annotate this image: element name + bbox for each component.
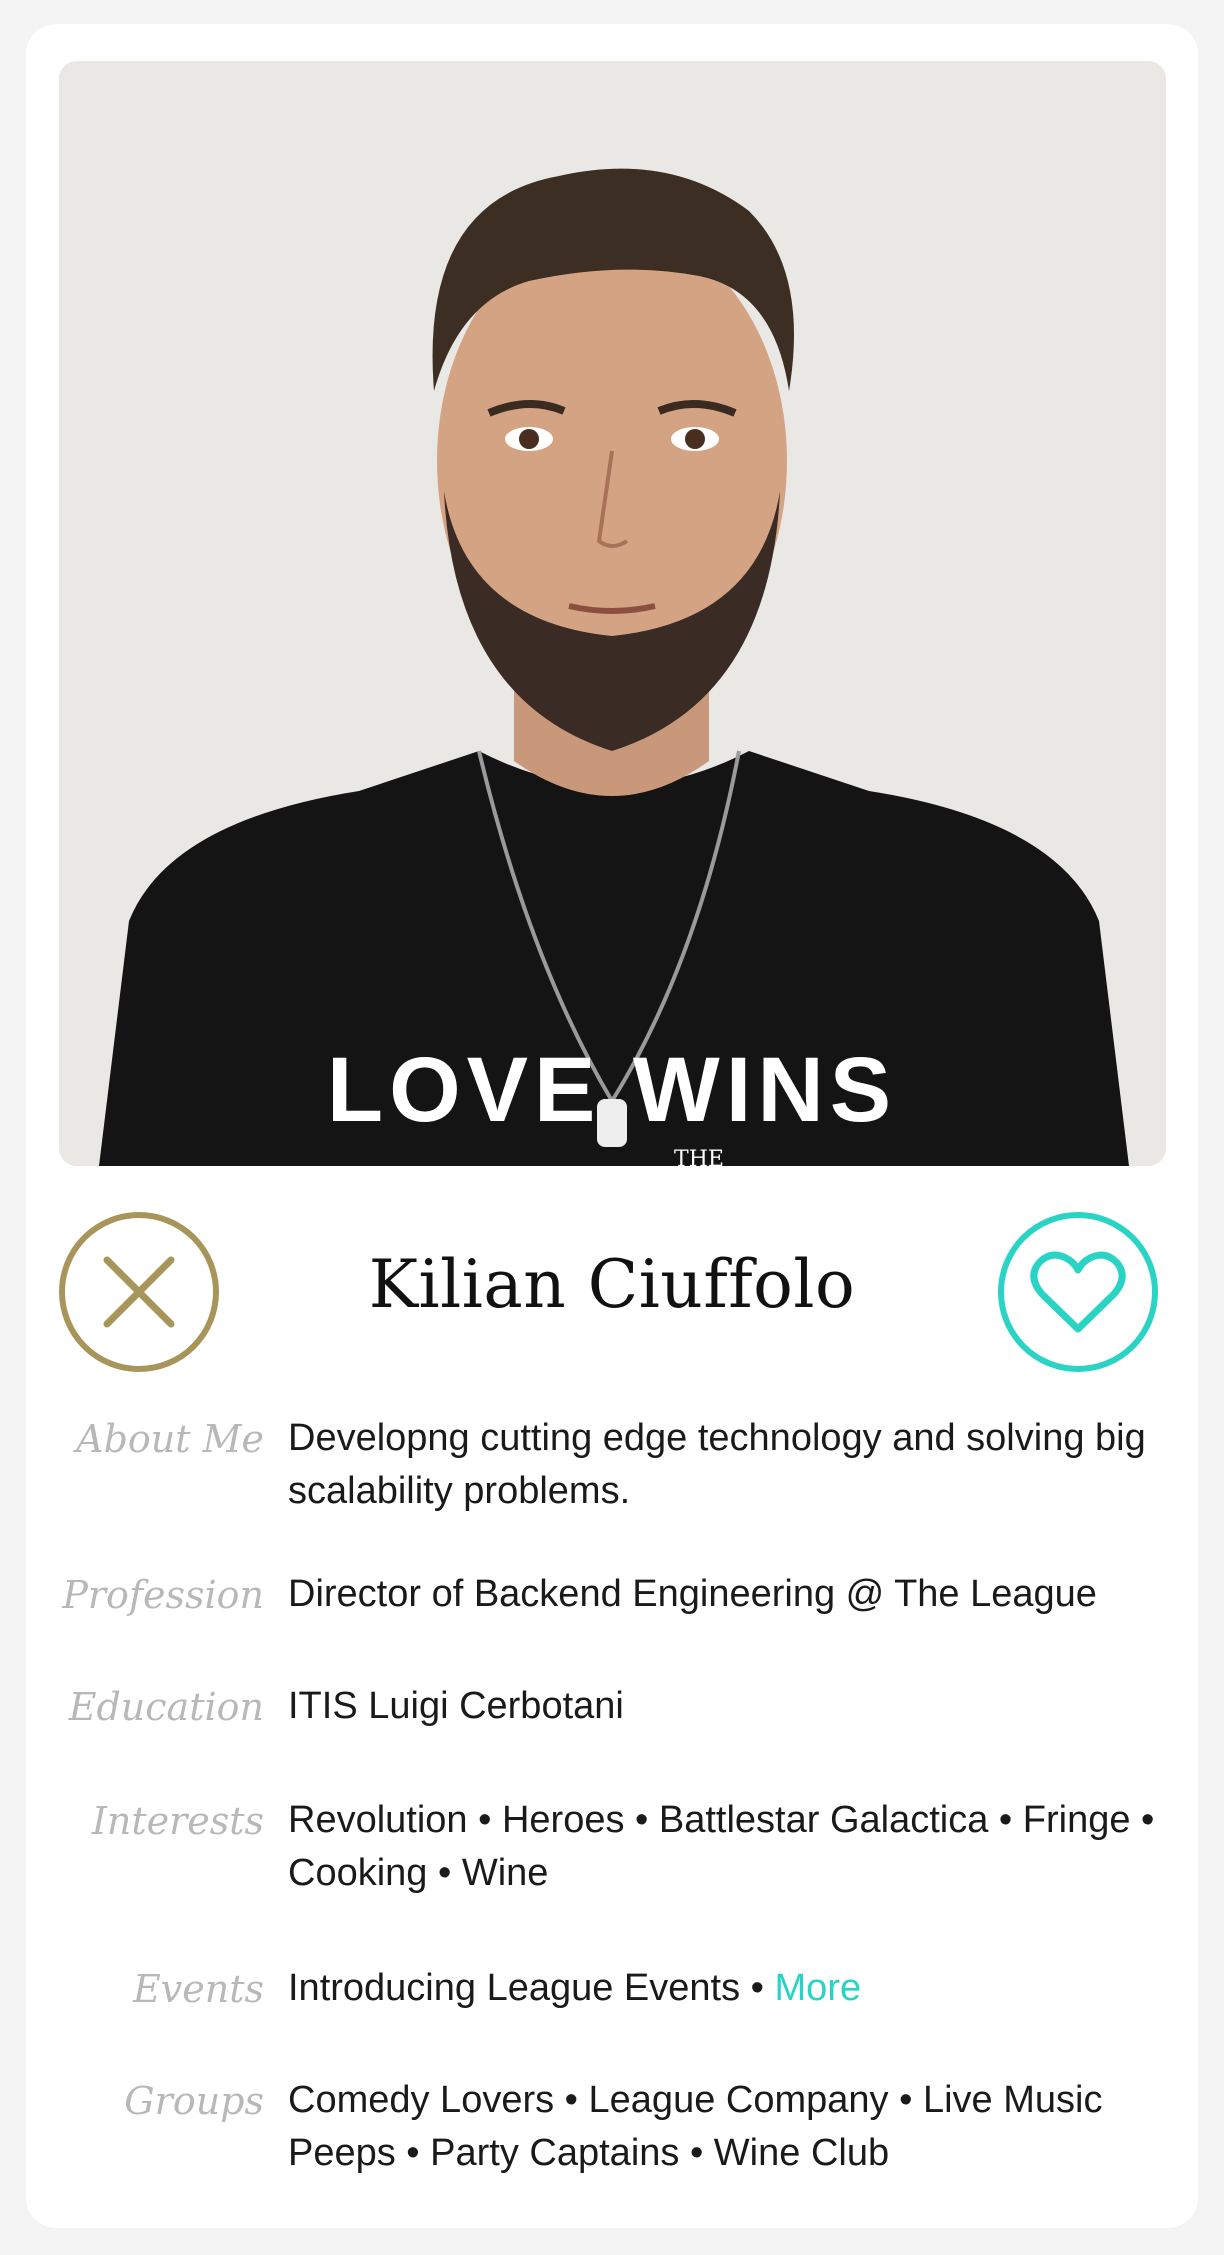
events-more-link[interactable]: More xyxy=(775,1967,862,2009)
shirt-text: LOVE WINS xyxy=(327,1039,897,1141)
profile-photo[interactable]: LOVE WINS THE xyxy=(59,61,1166,1166)
profession-label: Profession xyxy=(62,1573,264,1617)
like-button[interactable] xyxy=(998,1212,1158,1372)
groups-label: Groups xyxy=(124,2079,264,2123)
interests-label: Interests xyxy=(91,1799,264,1843)
events-value: Introducing League Events • More xyxy=(288,1962,1188,2015)
pass-button[interactable] xyxy=(59,1212,219,1372)
profile-card: LOVE WINS THE Kilian Ciuffolo About Me D… xyxy=(26,24,1198,2228)
education-label: Education xyxy=(68,1685,264,1729)
about-label: About Me xyxy=(76,1417,264,1461)
x-icon xyxy=(103,1256,175,1328)
shirt-subtext: THE xyxy=(674,1147,724,1166)
profile-photo-image: LOVE WINS THE xyxy=(59,61,1166,1166)
events-label: Events xyxy=(133,1967,264,2011)
events-text: Introducing League Events • xyxy=(288,1967,775,2009)
education-value: ITIS Luigi Cerbotani xyxy=(288,1685,624,1727)
interests-value: Revolution • Heroes • Battlestar Galacti… xyxy=(288,1799,1155,1894)
groups-value: Comedy Lovers • League Company • Live Mu… xyxy=(288,2079,1103,2174)
about-value: Developng cutting edge technology and so… xyxy=(288,1417,1146,1512)
profession-value: Director of Backend Engineering @ The Le… xyxy=(288,1573,1097,1615)
profile-name: Kilian Ciuffolo xyxy=(368,1246,856,1323)
heart-icon xyxy=(1030,1251,1126,1333)
